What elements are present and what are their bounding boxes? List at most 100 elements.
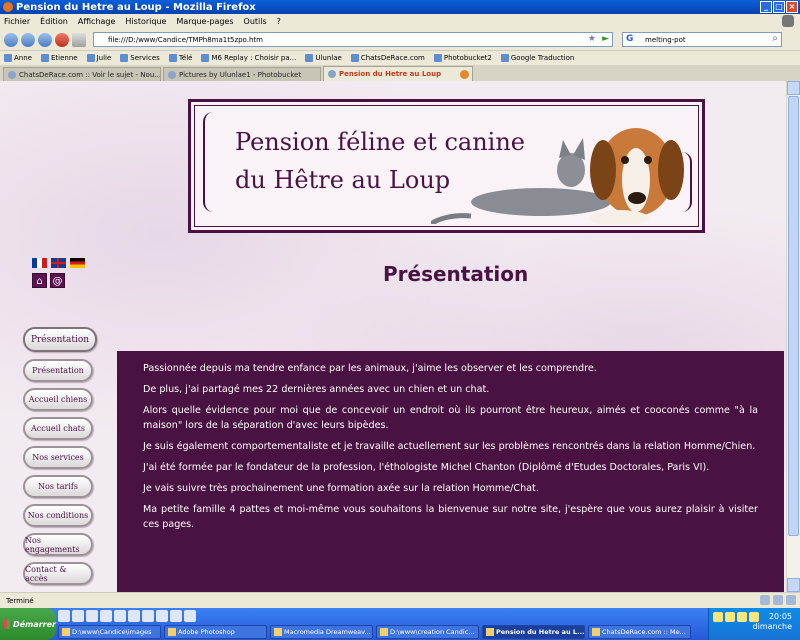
taskbar-item[interactable]: Macromedia Dreamweav... [270, 625, 373, 639]
stop-button[interactable] [55, 32, 69, 47]
taskbar-item[interactable]: Adobe Photoshop [164, 625, 267, 639]
quicklaunch-icon[interactable] [128, 610, 140, 622]
nav-nos-engagements[interactable]: Nos engagements [23, 533, 93, 556]
firefox-icon [486, 628, 494, 636]
ornament-swirl [203, 112, 225, 212]
scrollbar-thumb[interactable] [788, 96, 799, 536]
paragraph: J'ai été formée par le fondateur de la p… [143, 462, 710, 473]
nav-accueil-chiens[interactable]: Accueil chiens [23, 388, 93, 411]
bookmark-item[interactable]: Télé [168, 54, 192, 62]
menu-historique[interactable]: Historique [125, 17, 166, 26]
quicklaunch-icon[interactable] [114, 610, 126, 622]
taskbar-item[interactable]: Pension du Hetre au L... [482, 625, 585, 639]
bookmark-item[interactable]: M6 Replay : Choisir pa... [201, 54, 296, 62]
tab-label: Pictures by Ulunlae1 - Photobucket [179, 70, 302, 79]
scroll-up-button[interactable] [787, 81, 800, 95]
clock[interactable]: 20:05 dimanche [753, 612, 792, 632]
minimize-button[interactable]: _ [760, 1, 772, 13]
folder-icon [120, 54, 129, 62]
bookmark-item[interactable]: ChatsDeRace.com [350, 54, 425, 62]
back-button[interactable] [4, 32, 18, 47]
quicklaunch-icon[interactable] [58, 610, 70, 622]
tray-icon[interactable] [737, 612, 747, 622]
banner-title-line2: du Hêtre au Loup [235, 166, 451, 194]
home-icon[interactable]: ⌂ [32, 273, 47, 288]
maximize-button[interactable]: □ [773, 1, 785, 13]
menu-affichage[interactable]: Affichage [78, 17, 116, 26]
close-tab-icon[interactable] [460, 69, 469, 79]
taskbar-item[interactable]: ChatsDeRace.com :: Me... [588, 625, 691, 639]
nav-accueil-chats[interactable]: Accueil chats [23, 417, 93, 440]
firefox-icon [3, 2, 13, 12]
search-input[interactable]: G melting-pot ⌕ [622, 32, 782, 47]
nav-nos-tarifs[interactable]: Nos tarifs [23, 475, 93, 498]
tray-icon[interactable] [725, 612, 735, 622]
tab-chatsderace[interactable]: ChatsDeRace.com :: Voir le sujet - Nou..… [3, 67, 161, 81]
page-icon [433, 54, 442, 62]
quick-launch [58, 610, 196, 622]
page-content: Pension féline et canine du Hêtre au Lou… [0, 81, 800, 592]
tab-pension[interactable]: Pension du Hetre au Loup [323, 66, 473, 81]
email-icon[interactable]: @ [50, 273, 65, 288]
quicklaunch-icon[interactable] [100, 610, 112, 622]
quicklaunch-icon[interactable] [184, 610, 196, 622]
nav-contact-acces[interactable]: Contact & accès [23, 562, 93, 585]
bookmark-item[interactable]: Anne [4, 54, 32, 62]
search-value: melting-pot [645, 35, 686, 44]
bookmark-item[interactable]: Photobucket2 [433, 54, 492, 62]
addon-icon[interactable] [773, 595, 783, 605]
menu-outils[interactable]: Outils [244, 17, 267, 26]
vertical-scrollbar[interactable] [786, 81, 800, 592]
folder-icon [168, 54, 177, 62]
quicklaunch-icon[interactable] [170, 610, 182, 622]
menu-fichier[interactable]: Fichier [4, 17, 30, 26]
french-flag-icon[interactable] [32, 258, 47, 268]
bookmark-label: ChatsDeRace.com [360, 54, 425, 62]
paragraph: Ma petite famille 4 pattes et moi-même v… [143, 504, 758, 530]
taskbar-item-label: Macromedia Dreamweav... [284, 628, 371, 636]
menu-help[interactable]: ? [277, 17, 281, 26]
cat-icon [350, 54, 359, 62]
nav-nos-conditions[interactable]: Nos conditions [23, 504, 93, 527]
reload-icon[interactable] [38, 32, 52, 47]
bookmark-item[interactable]: Ulunlae [305, 54, 342, 62]
menu-edition[interactable]: Édition [40, 17, 68, 26]
search-icon[interactable]: ⌕ [772, 33, 778, 44]
quicklaunch-icon[interactable] [142, 610, 154, 622]
taskbar-item[interactable]: D:\www\creation Candic... [376, 625, 479, 639]
system-tray: 20:05 dimanche [708, 608, 800, 640]
dreamweaver-icon [274, 628, 282, 636]
forward-button[interactable] [21, 32, 35, 47]
bookmark-item[interactable]: Julie [86, 54, 112, 62]
paragraph: Je suis également comportementaliste et … [143, 441, 756, 452]
bookmark-label: Julie [96, 54, 112, 62]
tab-photobucket[interactable]: Pictures by Ulunlae1 - Photobucket [163, 67, 321, 81]
tray-icon[interactable] [713, 612, 723, 622]
address-bar[interactable]: file:///D:/www/Candice/TMPh8ma1t5zpo.htm… [93, 32, 613, 47]
menu-marque-pages[interactable]: Marque-pages [176, 17, 233, 26]
paragraph: De plus, j'ai partagé mes 22 dernières a… [143, 384, 490, 395]
go-arrow-icon[interactable]: ► [602, 34, 609, 44]
nav-presentation-main[interactable]: Présentation [23, 327, 97, 352]
english-flag-icon[interactable] [51, 258, 66, 268]
addon-icon[interactable] [786, 595, 796, 605]
page-title: Présentation [383, 262, 529, 286]
quicklaunch-icon[interactable] [86, 610, 98, 622]
bookmark-item[interactable]: Services [120, 54, 160, 62]
home-button[interactable] [72, 32, 86, 47]
addon-icon[interactable] [760, 595, 770, 605]
bookmark-star-icon[interactable]: ★ [588, 34, 596, 44]
german-flag-icon[interactable] [70, 258, 85, 268]
bookmark-item[interactable]: Google Traduction [500, 54, 574, 62]
taskbar-item[interactable]: D:\www\Candice\images [58, 625, 161, 639]
clock-time: 20:05 [768, 612, 792, 621]
bookmark-item[interactable]: Etienne [40, 54, 78, 62]
quicklaunch-icon[interactable] [72, 610, 84, 622]
nav-nos-services[interactable]: Nos services [23, 446, 93, 469]
page-icon [328, 70, 336, 78]
nav-presentation[interactable]: Présentation [23, 359, 93, 382]
scroll-down-button[interactable] [787, 578, 800, 592]
close-button[interactable]: × [786, 1, 798, 13]
start-button[interactable]: Démarrer [0, 608, 56, 640]
quicklaunch-icon[interactable] [156, 610, 168, 622]
